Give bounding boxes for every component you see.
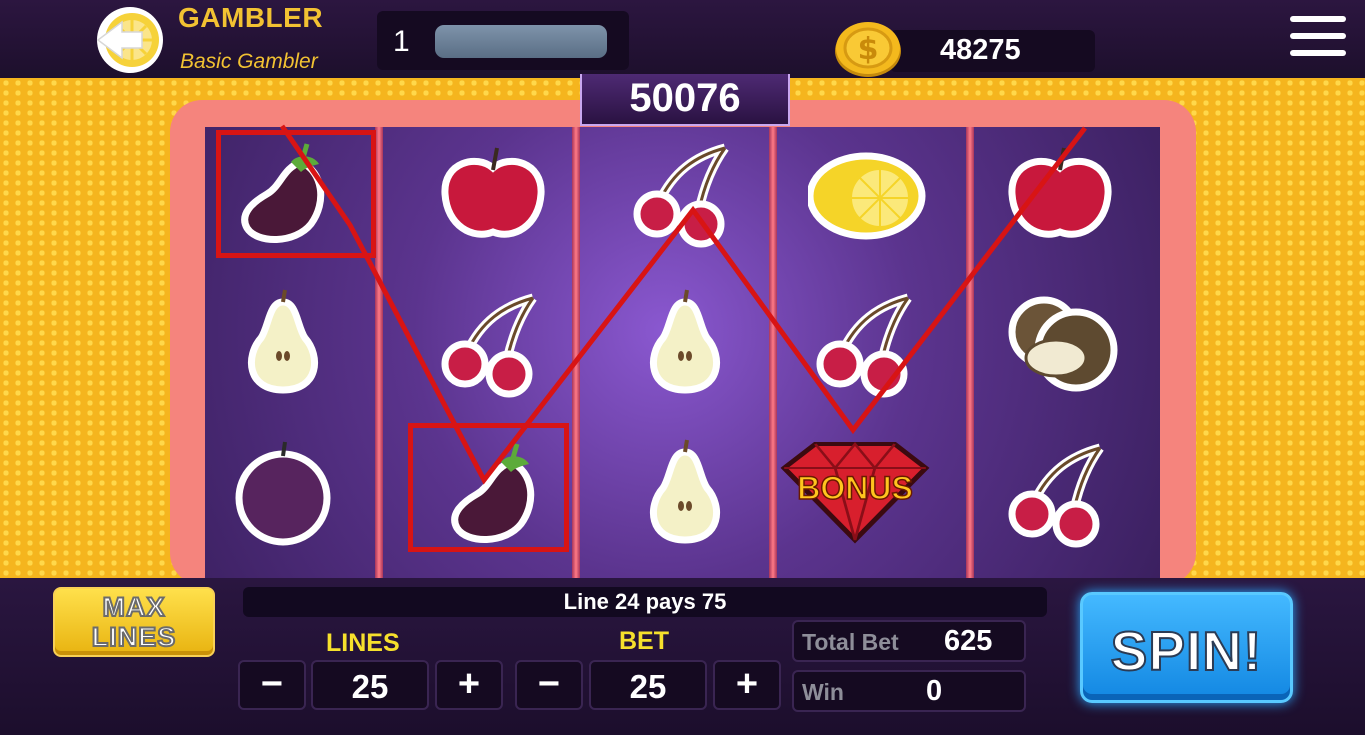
lines-value-box: 25 — [311, 660, 429, 710]
lines-label: LINES — [326, 629, 400, 657]
lines-decrease-button[interactable]: − — [238, 660, 306, 710]
bet-value-box: 25 — [589, 660, 707, 710]
lines-value: 25 — [351, 668, 389, 705]
bet-increase-button[interactable]: + — [713, 660, 781, 710]
win-label: Win — [802, 679, 844, 705]
lines-increase-button[interactable]: + — [435, 660, 503, 710]
max-lines-label-bottom: LINES — [91, 622, 177, 653]
win-value: 0 — [926, 675, 943, 707]
win-message: Line 24 pays 75 — [563, 589, 727, 614]
win-panel: Win 0 — [792, 670, 1026, 712]
max-lines-label-top: MAX — [102, 592, 166, 623]
jackpot-value: 50076 — [629, 76, 741, 120]
win-message-bar: Line 24 pays 75 — [243, 587, 1047, 617]
total-bet-label: Total Bet — [802, 629, 899, 655]
spin-button[interactable]: SPIN! — [1080, 592, 1293, 703]
bet-label: BET — [619, 627, 669, 655]
bet-value: 25 — [629, 668, 667, 705]
bet-decrease-button[interactable]: − — [515, 660, 583, 710]
total-bet-panel: Total Bet 625 — [792, 620, 1026, 662]
jackpot-panel: 50076 — [580, 74, 790, 126]
total-bet-value: 625 — [944, 625, 993, 657]
spin-label: SPIN! — [1110, 619, 1263, 683]
max-lines-button[interactable]: MAX LINES — [53, 587, 215, 657]
